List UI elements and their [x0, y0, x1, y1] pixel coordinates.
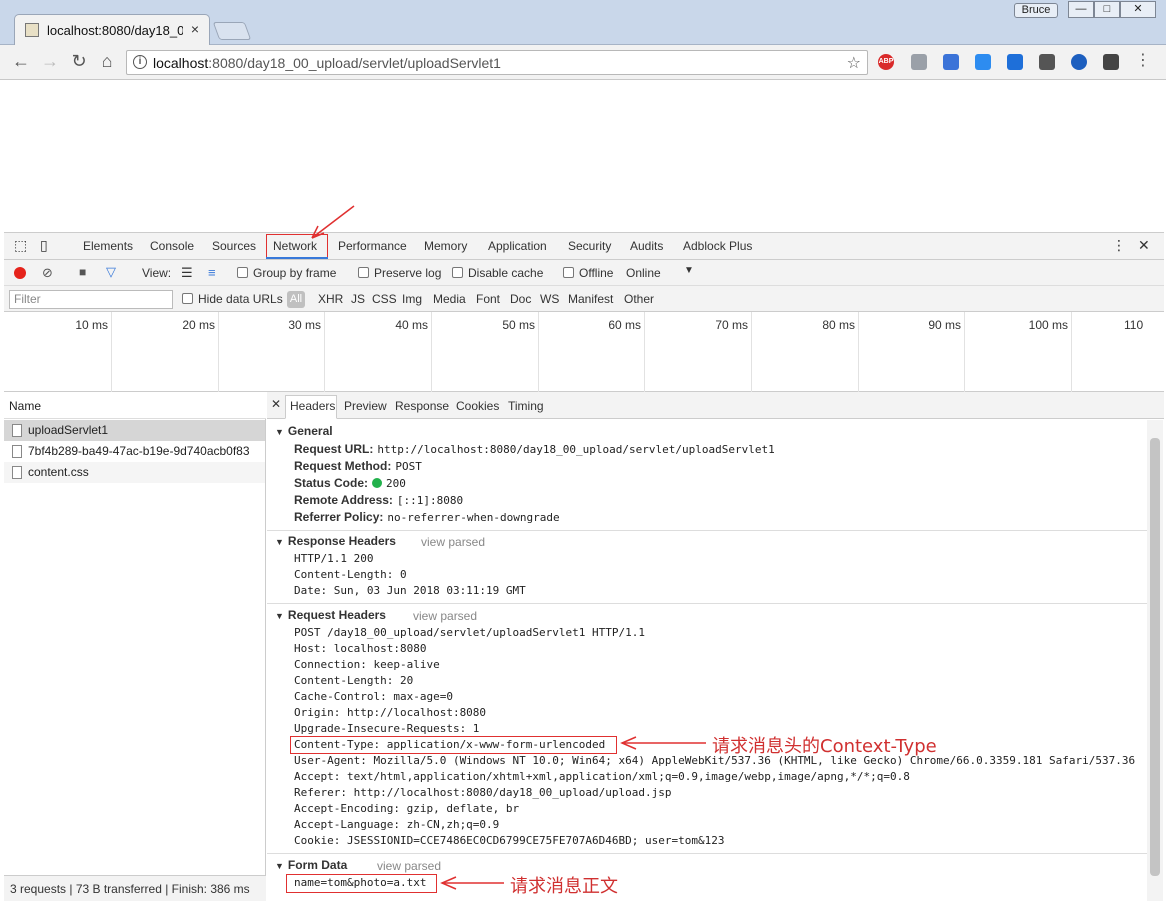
body-annotation: 请求消息正文	[510, 876, 618, 897]
browser-window: localhost:8080/day18_0 × Bruce — □ ✕ ← →…	[0, 0, 1166, 901]
annotation-arrows	[311, 205, 706, 890]
network-arrow	[311, 205, 355, 239]
content-type-annotation: 请求消息头的Context-Type	[712, 736, 937, 757]
